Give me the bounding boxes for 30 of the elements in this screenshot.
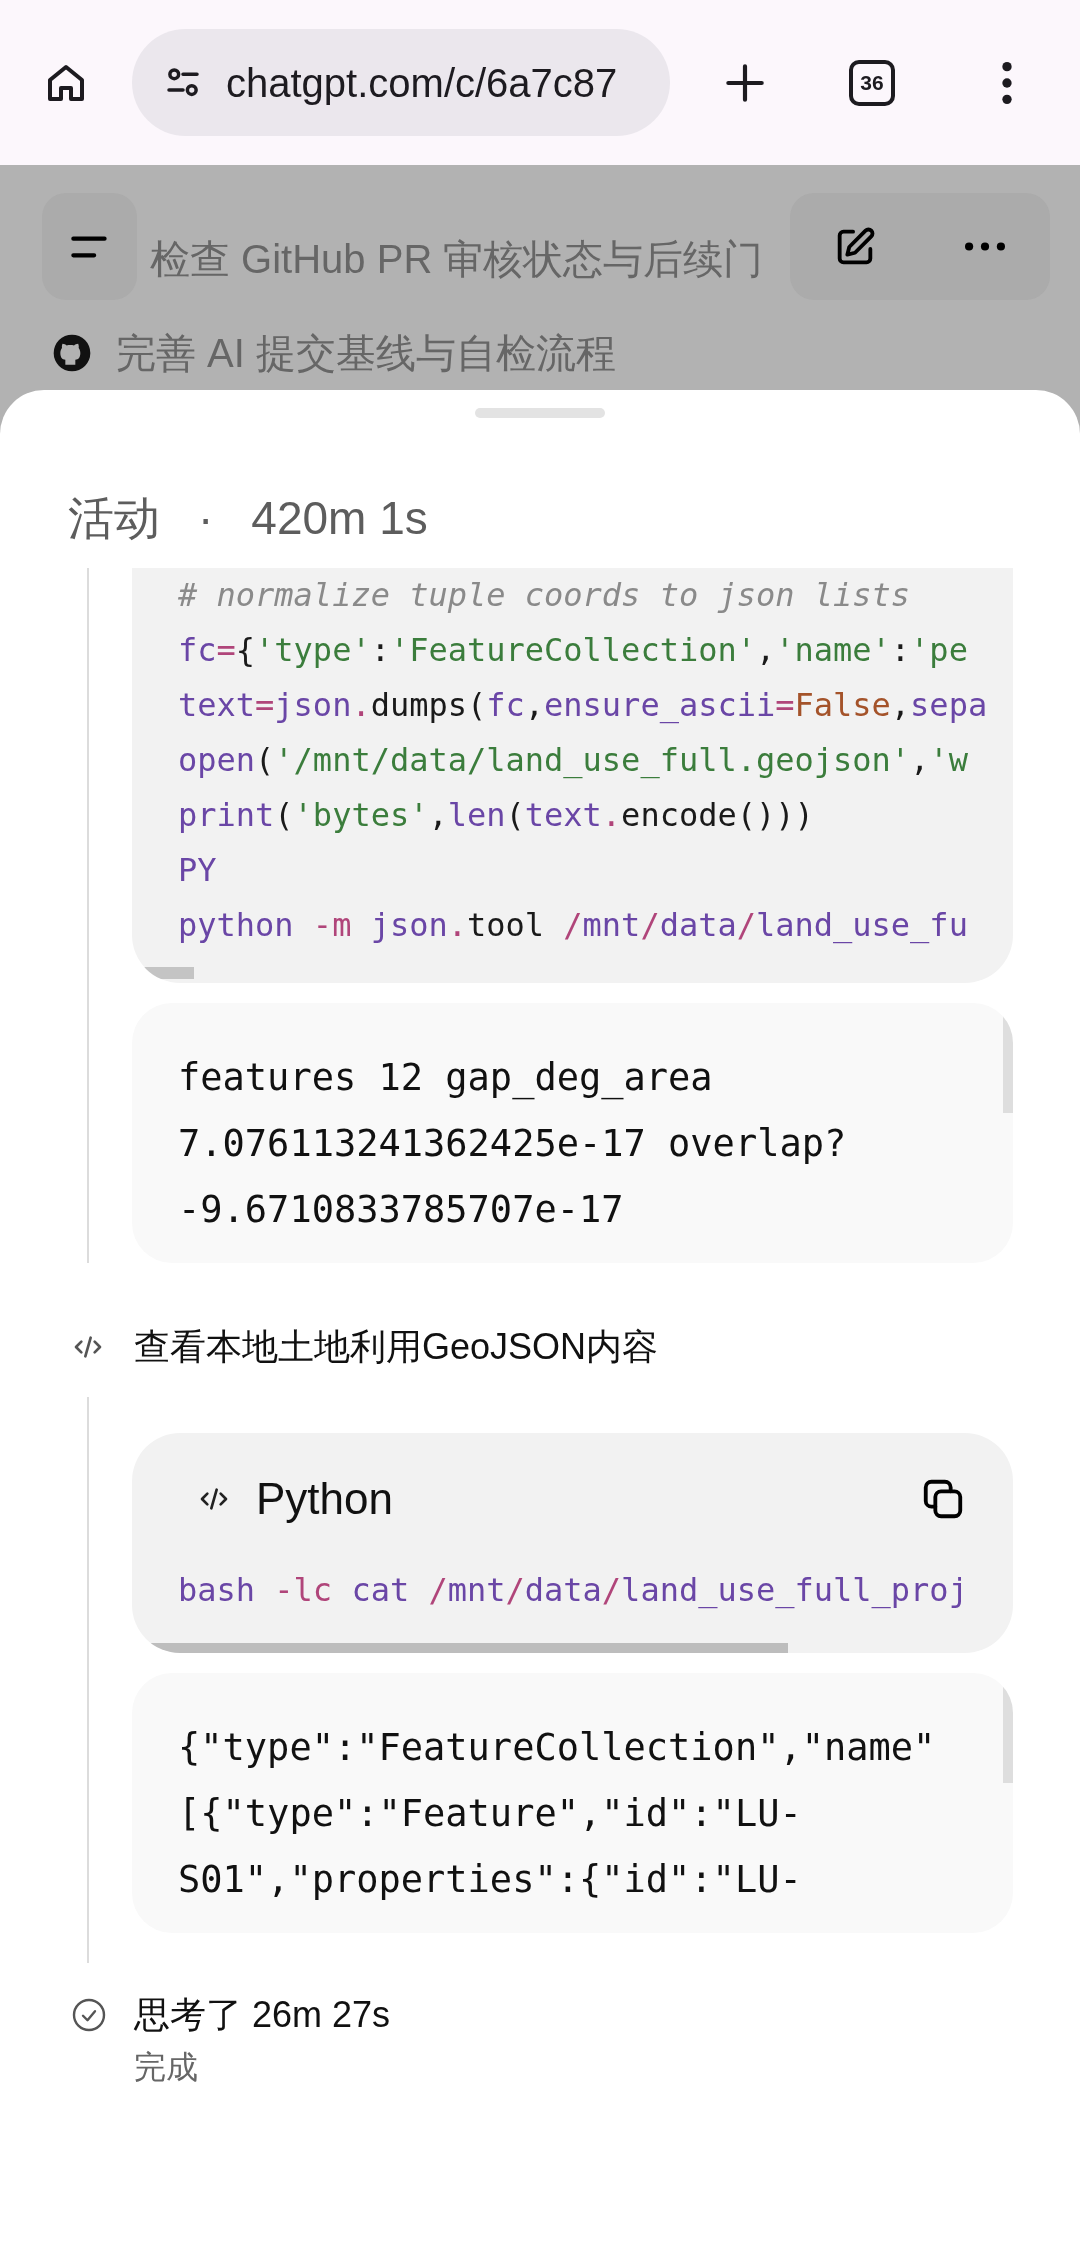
elapsed-time: 420m 1s (251, 495, 428, 541)
output-line: S01","properties":{"id":"LU- (178, 1857, 802, 1903)
tab-count-button[interactable]: 36 (849, 59, 895, 106)
thinking-summary[interactable]: 思考了 26m 27s (134, 1991, 391, 2039)
code-line: text=json.dumps(fc,ensure_ascii=False,sepa (178, 685, 989, 726)
code-line: open('/mnt/data/land_use_full.geojson','w (178, 740, 969, 781)
address-bar[interactable]: chatgpt.com/c/6a7c87 (132, 29, 670, 136)
status-text: 完成 (134, 2048, 199, 2087)
more-vertical-icon (1001, 61, 1013, 104)
output-line: features 12 gap_deg_area (178, 1055, 713, 1102)
check-circle-icon (71, 1997, 107, 2033)
code-line: # normalize tuple coords to json lists (178, 575, 912, 616)
separator-dot: · (198, 495, 214, 541)
code-line: print('bytes',len(text.encode())) (178, 795, 815, 836)
drag-handle[interactable] (475, 408, 605, 418)
more-horizontal-icon (965, 242, 1005, 251)
language-label: Python (256, 1477, 393, 1521)
sidebar-menu-button[interactable] (42, 193, 137, 300)
output-line: -9.6710833785707e-17 (178, 1187, 624, 1233)
sheet-title: 活动 (68, 495, 160, 541)
code-line: PY (178, 850, 218, 891)
output-line: 7.076113241362425e-17 overlap? (178, 1121, 847, 1167)
cat-logo-icon (52, 333, 92, 373)
code-line: python -m json.tool /mnt/data/land_use_fu (178, 905, 969, 946)
code-line: fc={'type':'FeatureCollection','name':'pe (178, 630, 969, 671)
output-line: [{"type":"Feature","id":"LU- (178, 1791, 802, 1837)
url-text: chatgpt.com/c/6a7c87 (226, 59, 618, 107)
output-line: {"type":"FeatureCollection","name" (178, 1725, 936, 1771)
code-line: bash -lc cat /mnt/data/land_use_full_proj (178, 1570, 969, 1611)
step-title[interactable]: 查看本地土地利用GeoJSON内容 (134, 1320, 659, 1374)
